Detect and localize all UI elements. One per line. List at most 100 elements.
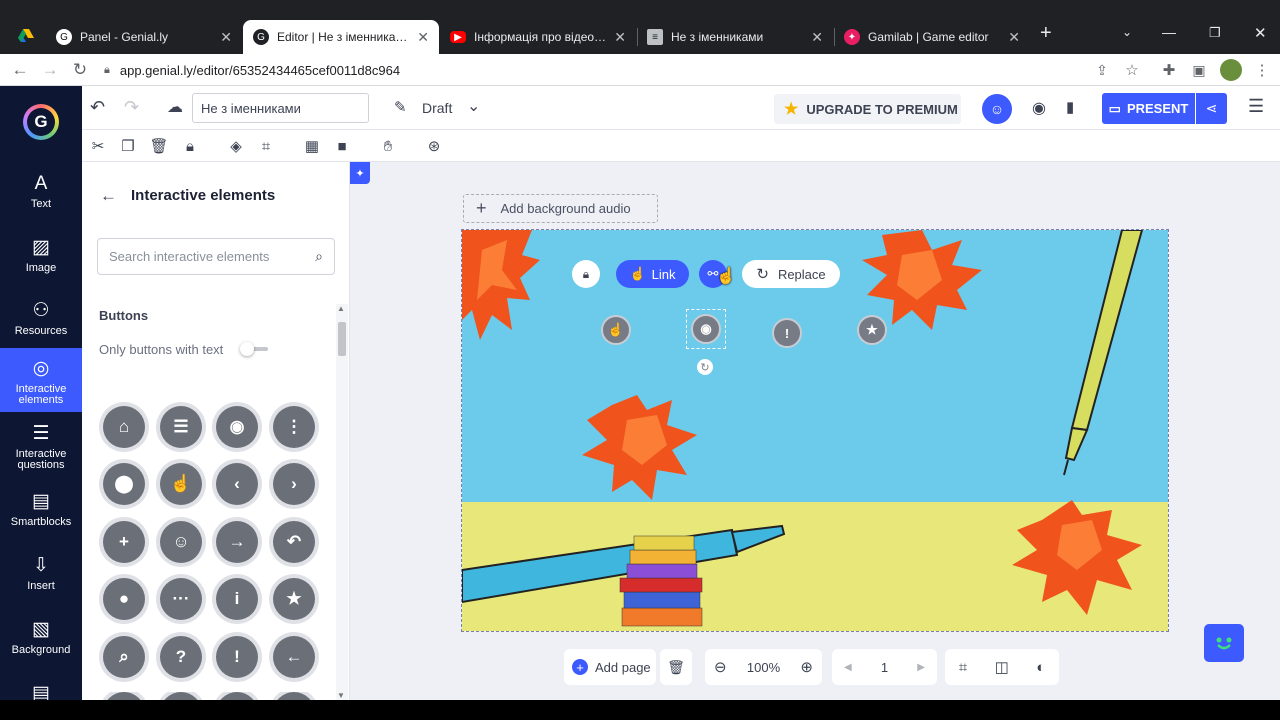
upgrade-button[interactable]: ★ UPGRADE TO PREMIUM [774, 94, 961, 124]
url-field[interactable]: 🔒︎ app.genial.ly/editor/65352434465cef00… [104, 57, 1134, 83]
add-page-button[interactable]: + Add page [564, 649, 656, 685]
new-tab-button[interactable]: + [1040, 22, 1052, 45]
hand-icon[interactable]: ✋︎ [378, 136, 398, 156]
delete-page-button[interactable]: 🗑︎ [660, 649, 692, 685]
extensions-icon[interactable]: ✚ [1155, 54, 1183, 86]
present-button[interactable]: ▭ PRESENT [1102, 93, 1195, 124]
browser-tab[interactable]: ≡ Не з іменниками ✕ [637, 20, 833, 54]
draft-status[interactable]: Draft [422, 100, 452, 116]
drive-icon[interactable] [18, 28, 34, 44]
interactive-button-option[interactable]: i [216, 578, 258, 620]
interactive-button-option[interactable]: ⬤ [103, 463, 145, 505]
back-icon[interactable]: ← [6, 54, 34, 86]
interactive-button-option[interactable]: ··· [160, 578, 202, 620]
share-page-icon[interactable]: ⇪ [1088, 54, 1116, 86]
search-input[interactable]: Search interactive elements ⌕ [97, 238, 335, 275]
interactive-button-option[interactable]: → [216, 521, 258, 563]
document-title-input[interactable]: Не з іменниками [192, 93, 369, 123]
interactive-button-option[interactable]: ⋮ [273, 406, 315, 448]
interactive-button-option[interactable]: ☰ [160, 406, 202, 448]
interactive-button-option[interactable]: › [273, 463, 315, 505]
close-tab-icon[interactable]: ✕ [417, 29, 429, 46]
previous-page-icon[interactable]: ◀ [844, 662, 852, 673]
add-background-audio-button[interactable]: + Add background audio [463, 194, 658, 223]
delete-icon[interactable]: 🗑︎ [149, 136, 169, 156]
group-icon[interactable]: ⌗ [256, 136, 276, 156]
canvas-button-star[interactable]: ★ [857, 315, 887, 345]
close-tab-icon[interactable]: ✕ [811, 29, 823, 46]
hamburger-menu-icon[interactable]: ☰ [1248, 96, 1264, 117]
interactive-button-option[interactable]: ⌂ [103, 406, 145, 448]
rail-item-interactive-questions[interactable]: ☰ Interactive questions [0, 422, 82, 471]
split-view-icon[interactable]: ◫ [995, 658, 1009, 676]
panel-scrollbar[interactable]: ▲ ▼ [336, 304, 348, 700]
browser-menu-icon[interactable]: ⋮ [1248, 54, 1276, 86]
side-panel-icon[interactable]: ▣ [1185, 54, 1213, 86]
canvas-button-hand[interactable]: ☝ [601, 315, 631, 345]
zoom-out-icon[interactable]: ⊖ [714, 658, 727, 676]
back-arrow-icon[interactable]: ← [100, 186, 117, 206]
close-tab-icon[interactable]: ✕ [1008, 29, 1020, 46]
preview-eye-icon[interactable]: ◉ [1032, 98, 1046, 118]
undo-icon[interactable]: ↶ [90, 97, 105, 118]
rail-item-more[interactable]: ▤ [0, 682, 82, 702]
bookmark-star-icon[interactable]: ☆ [1118, 54, 1146, 86]
close-window-icon[interactable]: ✕ [1254, 24, 1267, 42]
redo-icon[interactable]: ↷ [124, 97, 139, 118]
rail-item-interactive-elements[interactable]: ◎ Interactive elements [0, 348, 82, 412]
close-tab-icon[interactable]: ✕ [614, 29, 626, 46]
genially-logo[interactable]: G [23, 104, 59, 140]
rail-item-background[interactable]: ▧ Background [0, 618, 82, 658]
rail-item-image[interactable]: ▨ Image [0, 236, 82, 276]
cut-icon[interactable]: ✂ [88, 136, 108, 156]
tab-search-icon[interactable]: ⌄ [1122, 25, 1132, 39]
interactive-button-option[interactable]: ? [160, 636, 202, 678]
share-button[interactable]: ⋖ [1196, 93, 1227, 124]
rail-item-smartblocks[interactable]: ▤ Smartblocks [0, 490, 82, 530]
close-tab-icon[interactable]: ✕ [220, 29, 232, 46]
interactive-button-option[interactable]: + [103, 521, 145, 563]
link-button[interactable]: ☝ Link [616, 260, 689, 288]
color-fill-icon[interactable]: ■ [332, 136, 352, 156]
interactive-button-option[interactable]: ‹ [216, 463, 258, 505]
chevron-down-icon[interactable]: ⌄ [467, 96, 480, 116]
zoom-in-icon[interactable]: ⊕ [800, 658, 813, 676]
browser-tab-active[interactable]: G Editor | Не з іменниками ✕ [243, 20, 439, 54]
canvas-button-eye[interactable]: ◉ [691, 314, 721, 344]
browser-tab[interactable]: ✦ Gamilab | Game editor ✕ [834, 20, 1030, 54]
chat-support-icon[interactable] [1204, 624, 1244, 662]
rail-item-resources[interactable]: ⚇ Resources [0, 299, 82, 339]
rail-item-text[interactable]: A Text [0, 172, 82, 212]
browser-tab[interactable]: ▶ Інформація про відео - YouTube Studio … [440, 20, 636, 54]
theme-palette-icon[interactable]: ◐ [1036, 659, 1045, 676]
interactive-button-option[interactable]: ☺ [160, 521, 202, 563]
duplicate-icon[interactable]: ❐ [118, 136, 138, 156]
interactive-button-option[interactable]: ● [103, 578, 145, 620]
analytics-icon[interactable]: ▮ [1066, 98, 1074, 116]
share-collaborator-button[interactable]: ☺ [982, 94, 1012, 124]
pin-icon[interactable]: ✦ [350, 162, 370, 184]
canvas-button-exclamation[interactable]: ! [772, 318, 802, 348]
rail-item-insert[interactable]: ⇩ Insert [0, 554, 82, 594]
interactive-button-option[interactable]: ◉ [216, 406, 258, 448]
minimize-icon[interactable]: — [1162, 24, 1176, 40]
interactive-button-option[interactable]: ★ [273, 578, 315, 620]
next-page-icon[interactable]: ▶ [917, 662, 925, 673]
layers-icon[interactable]: ◈ [226, 136, 246, 156]
slide[interactable]: 🔒︎ ☝ Link ⚯ ☝ ↻ Replace ☝ ◉ ↻ ! ★ [461, 229, 1169, 632]
interactive-button-option[interactable]: ↶ [273, 521, 315, 563]
interactive-button-option[interactable]: ☝ [160, 463, 202, 505]
interactive-button-option[interactable]: ! [216, 636, 258, 678]
transparency-icon[interactable]: ▦ [302, 136, 322, 156]
rotate-handle-icon[interactable]: ↻ [697, 359, 713, 375]
interactive-button-option[interactable]: ← [273, 636, 315, 678]
replace-button[interactable]: ↻ Replace [742, 260, 840, 288]
maximize-icon[interactable]: ❐ [1209, 25, 1221, 41]
only-text-toggle[interactable] [240, 342, 270, 356]
profile-avatar[interactable] [1220, 59, 1242, 81]
reload-icon[interactable]: ↻ [66, 54, 94, 86]
element-lock-button[interactable]: 🔒︎ [572, 260, 600, 288]
forward-icon[interactable]: → [36, 54, 64, 86]
interactive-button-option[interactable]: ⌕ [103, 636, 145, 678]
fit-screen-icon[interactable]: ⌗ [959, 659, 967, 676]
